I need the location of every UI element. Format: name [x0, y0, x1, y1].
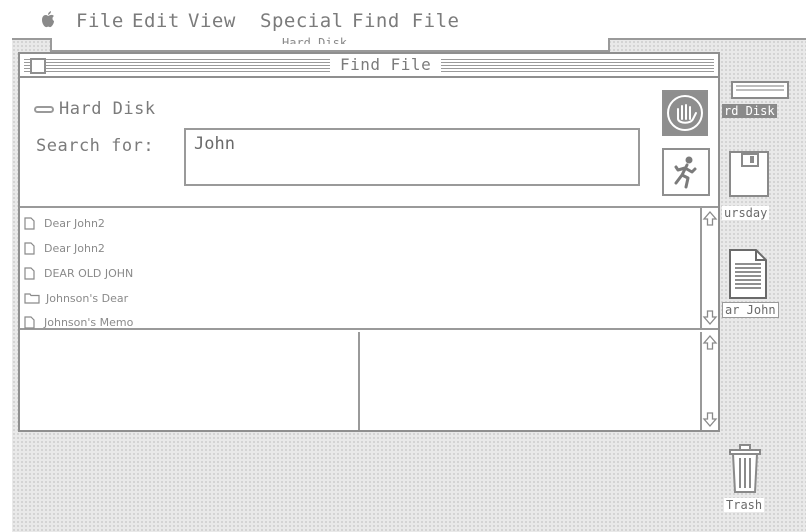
- folder-icon: [24, 293, 40, 304]
- thursday-icon-label[interactable]: ursday: [722, 206, 770, 220]
- find-file-window: Find File Hard Disk Search for: Dear Joh…: [18, 52, 720, 432]
- stop-button[interactable]: [662, 90, 708, 136]
- menu-find-file[interactable]: Find File: [352, 10, 459, 32]
- scroll-up-arrow-icon[interactable]: [702, 210, 718, 228]
- menu-bar: File Edit View Special Find File: [12, 0, 806, 40]
- scroll-down-arrow-icon[interactable]: [702, 308, 718, 326]
- search-input[interactable]: [184, 128, 640, 186]
- results-scrollbar[interactable]: [700, 208, 718, 328]
- search-label: Search for:: [36, 136, 155, 156]
- document-icon: [24, 315, 35, 329]
- menu-view[interactable]: View: [188, 10, 236, 32]
- list-item[interactable]: Johnson's Memo: [24, 312, 133, 332]
- dear-john-icon-label[interactable]: ar John: [722, 302, 779, 318]
- volume-selector[interactable]: Hard Disk: [34, 98, 156, 120]
- list-item[interactable]: Dear John2: [24, 213, 105, 233]
- running-man-icon: [674, 156, 697, 189]
- document-icon[interactable]: [726, 248, 770, 300]
- list-item-label: DEAR OLD JOHN: [44, 266, 134, 280]
- list-item-label: Johnson's Memo: [44, 315, 134, 329]
- scroll-down-arrow-icon[interactable]: [702, 410, 718, 428]
- file-info-pane: [20, 332, 360, 430]
- menu-file[interactable]: File: [76, 10, 124, 32]
- results-list: Dear John2 Dear John2 DEAR OLD JOHN John…: [20, 206, 718, 330]
- apple-icon[interactable]: [40, 11, 56, 29]
- document-icon: [24, 266, 35, 280]
- menu-special[interactable]: Special: [260, 10, 344, 32]
- list-item[interactable]: DEAR OLD JOHN: [24, 263, 133, 283]
- find-button[interactable]: [662, 148, 710, 196]
- detail-scrollbar[interactable]: [700, 332, 718, 430]
- document-icon: [24, 216, 35, 230]
- list-item[interactable]: Johnson's Dear: [24, 288, 128, 308]
- floppy-disk-icon[interactable]: [724, 150, 772, 200]
- scroll-up-arrow-icon[interactable]: [702, 334, 718, 352]
- menu-edit[interactable]: Edit: [132, 10, 180, 32]
- trash-icon[interactable]: [728, 444, 762, 494]
- window-title: Find File: [330, 55, 442, 74]
- list-item-label: Johnson's Dear: [46, 291, 129, 305]
- volume-label: Hard Disk: [59, 99, 156, 119]
- hard-disk-icon[interactable]: [730, 80, 790, 100]
- stop-hand-icon: [667, 95, 703, 131]
- hard-disk-window-title: Hard Disk: [282, 36, 348, 44]
- hard-disk-small-icon: [34, 105, 54, 113]
- hard-disk-window[interactable]: Hard Disk: [50, 36, 610, 52]
- trash-icon-label[interactable]: Trash: [724, 498, 765, 512]
- close-box[interactable]: [30, 58, 46, 74]
- list-item-label: Dear John2: [44, 241, 105, 255]
- hard-disk-icon-label[interactable]: rd Disk: [722, 104, 777, 118]
- document-icon: [24, 241, 35, 255]
- folder-path-pane: [362, 332, 700, 430]
- list-item-label: Dear John2: [44, 216, 105, 230]
- list-item[interactable]: Dear John2: [24, 238, 105, 258]
